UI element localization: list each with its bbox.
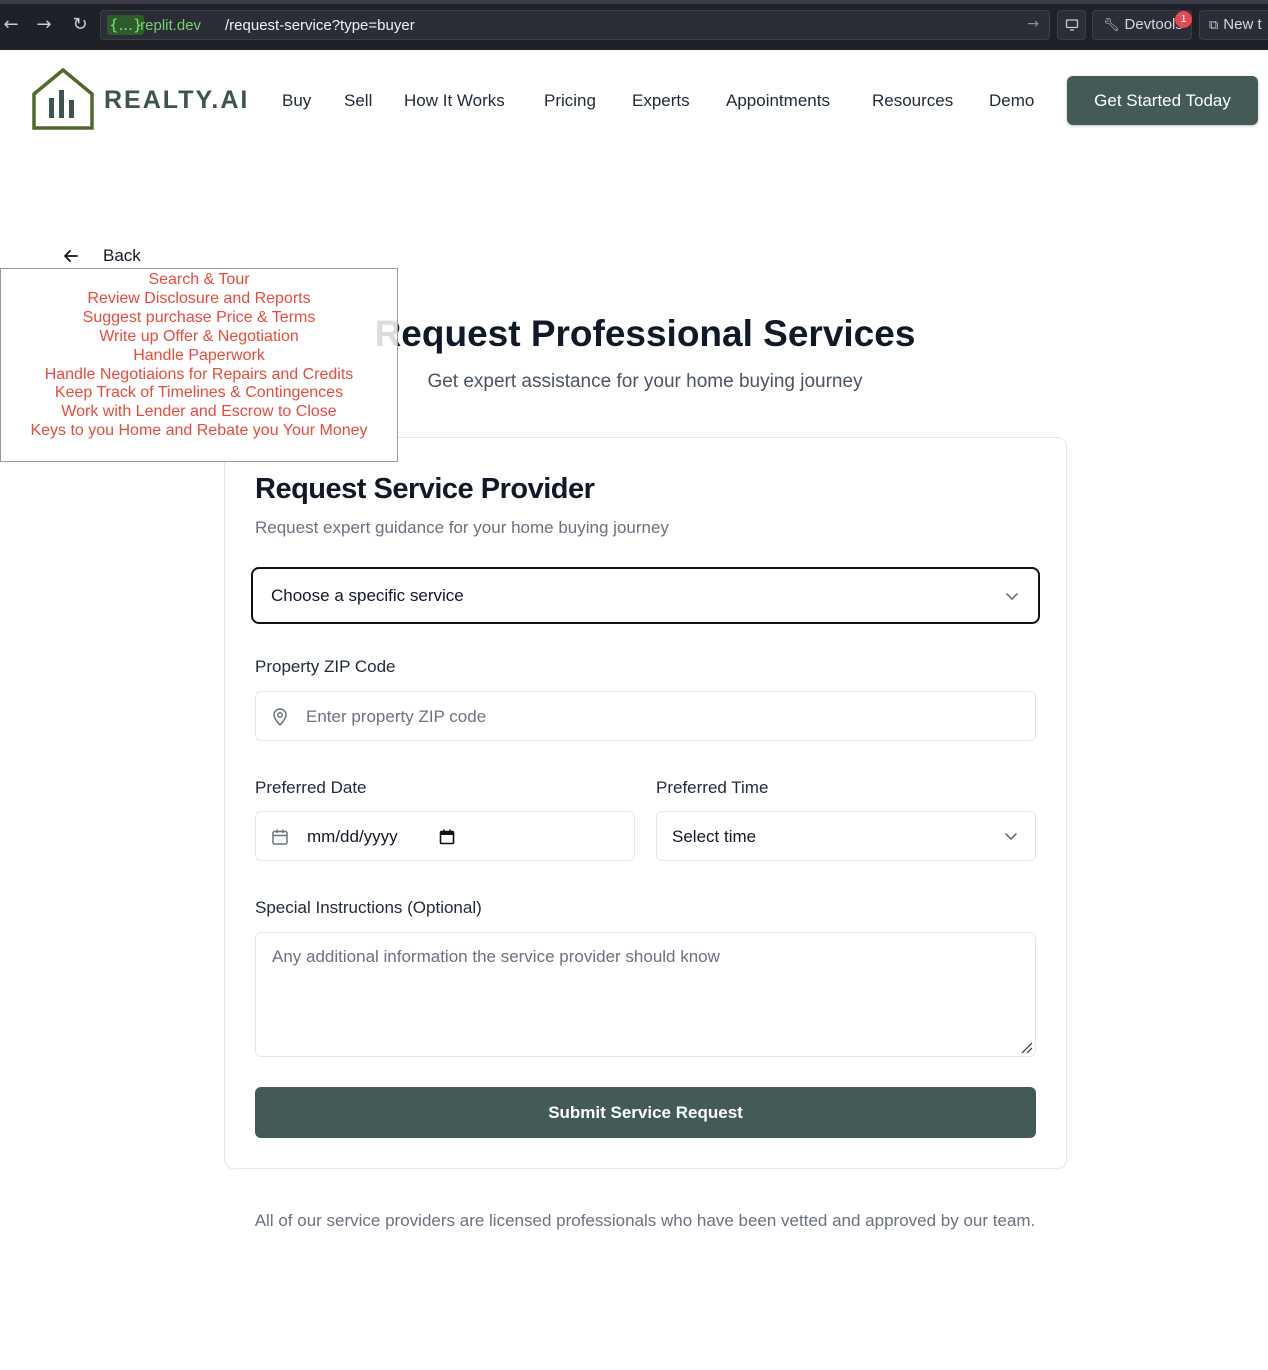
instructions-textarea[interactable]: Any additional information the service p… [255, 932, 1036, 1057]
service-list-item: Keys to you Home and Rebate you Your Mon… [30, 422, 368, 440]
brand-name[interactable]: REALTY.AI [104, 85, 249, 115]
reload-icon[interactable]: ↻ [69, 14, 91, 36]
nav-how-it-works[interactable]: How It Works [404, 89, 505, 113]
new-tab-button[interactable]: ⧉ New t [1199, 10, 1268, 40]
form-subtitle: Request expert guidance for your home bu… [255, 518, 669, 537]
nav-buy[interactable]: Buy [282, 89, 311, 113]
nav-demo[interactable]: Demo [989, 89, 1034, 113]
nav-appointments[interactable]: Appointments [726, 89, 830, 113]
service-list-item: Search & Tour [148, 271, 250, 288]
service-list-item: Work with Lender and Escrow to Close [61, 403, 337, 421]
calendar-icon [272, 829, 288, 845]
zip-label: Property ZIP Code [255, 657, 396, 676]
service-list-item: Handle Negotiaions for Repairs and Credi… [44, 365, 354, 383]
map-pin-icon [273, 708, 287, 727]
service-list-item: Review Disclosure and Reports [87, 289, 311, 307]
zip-placeholder: Enter property ZIP code [306, 707, 487, 726]
wrench-icon: 🔧︎ [1103, 18, 1120, 33]
new-tab-label: New t [1223, 16, 1262, 33]
url-host: .replit.dev [136, 17, 202, 34]
nav-resources[interactable]: Resources [872, 89, 953, 113]
devtools-badge: 1 [1175, 11, 1192, 28]
url-path: /request-service?type=buyer [225, 17, 415, 34]
service-list-item: Keep Track of Timelines & Contingences [54, 384, 344, 402]
submit-button[interactable]: Submit Service Request [255, 1087, 1036, 1138]
service-list-item: Write up Offer & Negotiation [99, 327, 299, 345]
address-bar[interactable]: {...} .replit.dev /request-service?type=… [100, 10, 1050, 40]
instructions-placeholder: Any additional information the service p… [272, 947, 720, 966]
monitor-icon[interactable] [1057, 10, 1086, 40]
nav-experts[interactable]: Experts [632, 89, 690, 113]
external-link-icon: ⧉ [1209, 18, 1219, 33]
chevron-down-icon [1006, 593, 1018, 600]
time-label: Preferred Time [656, 778, 769, 797]
back-label: Back [103, 246, 141, 265]
date-picker-icon[interactable] [439, 829, 455, 845]
service-list-item: Suggest purchase Price & Terms [82, 308, 316, 326]
instructions-label: Special Instructions (Optional) [255, 898, 482, 917]
house-chart-logo[interactable] [32, 68, 94, 130]
get-started-button[interactable]: Get Started Today [1067, 76, 1258, 125]
service-list-overlay: Search & Tour Review Disclosure and Repo… [0, 268, 398, 462]
service-select[interactable]: Choose a specific service [251, 567, 1040, 624]
request-form-card [224, 437, 1067, 1169]
resize-handle-icon[interactable] [1019, 1040, 1033, 1054]
nav-sell[interactable]: Sell [344, 89, 372, 113]
date-label: Preferred Date [255, 778, 367, 797]
time-select[interactable]: Select time [656, 811, 1036, 861]
date-value: mm/dd/yyyy [307, 827, 398, 846]
service-select-value: Choose a specific service [271, 586, 464, 605]
browser-forward-icon[interactable]: → [33, 14, 55, 36]
browser-back-icon[interactable]: ← [0, 14, 22, 36]
go-arrow-icon[interactable]: → [1027, 16, 1039, 32]
footnote: All of our service providers are license… [254, 1211, 1036, 1230]
chevron-down-icon [1005, 833, 1017, 840]
form-title: Request Service Provider [255, 473, 595, 505]
nav-pricing[interactable]: Pricing [544, 89, 596, 113]
service-list-item: Handle Paperwork [133, 346, 265, 364]
zip-input[interactable]: Enter property ZIP code [255, 691, 1036, 741]
time-select-value: Select time [672, 827, 757, 846]
date-input[interactable]: mm/dd/yyyy [255, 811, 635, 861]
